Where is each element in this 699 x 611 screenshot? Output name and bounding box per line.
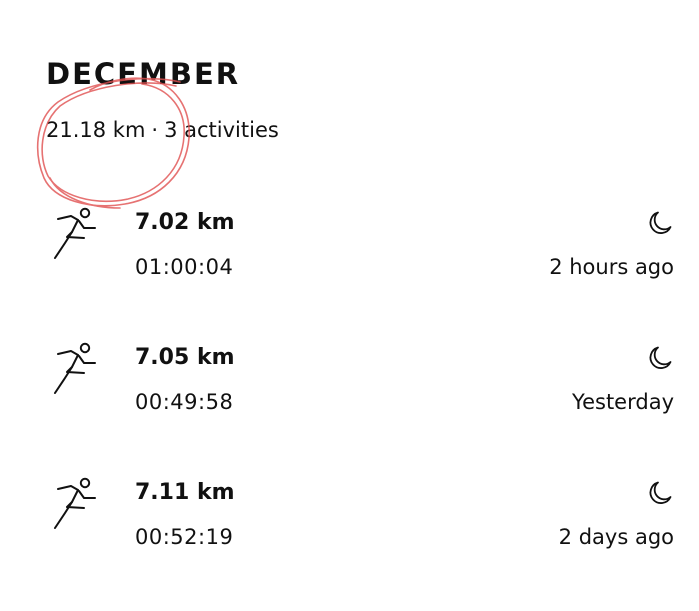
- activity-duration: 00:52:19: [135, 525, 234, 549]
- activity-time-ago: 2 hours ago: [549, 255, 674, 279]
- activity-distance: 7.05 km: [135, 345, 235, 370]
- month-summary: 21.18 km · 3 activities: [46, 116, 279, 144]
- activity-time-ago: 2 days ago: [558, 525, 674, 549]
- moon-icon: [649, 211, 672, 234]
- total-distance: 21.18 km: [46, 118, 146, 142]
- activity-count: 3 activities: [164, 118, 279, 142]
- activity-duration: 00:49:58: [135, 390, 234, 414]
- activity-row[interactable]: 7.02 km 01:00:04 2 hours ago: [0, 206, 699, 316]
- hand-drawn-circle-annotation: [36, 77, 190, 209]
- activity-row[interactable]: 7.05 km 00:49:58 Yesterday: [0, 341, 699, 451]
- moon-icon: [649, 346, 672, 369]
- moon-icon: [649, 481, 672, 504]
- activity-time-ago: Yesterday: [572, 390, 674, 414]
- summary-separator: ·: [151, 118, 159, 142]
- running-icon: [54, 477, 96, 529]
- activity-duration: 01:00:04: [135, 255, 234, 279]
- running-icon: [54, 342, 96, 394]
- activity-distance: 7.11 km: [135, 480, 235, 505]
- activity-distance: 7.02 km: [135, 210, 235, 235]
- running-icon: [54, 207, 96, 259]
- month-heading: DECEMBER: [46, 57, 241, 91]
- activity-row[interactable]: 7.11 km 00:52:19 2 days ago: [0, 476, 699, 586]
